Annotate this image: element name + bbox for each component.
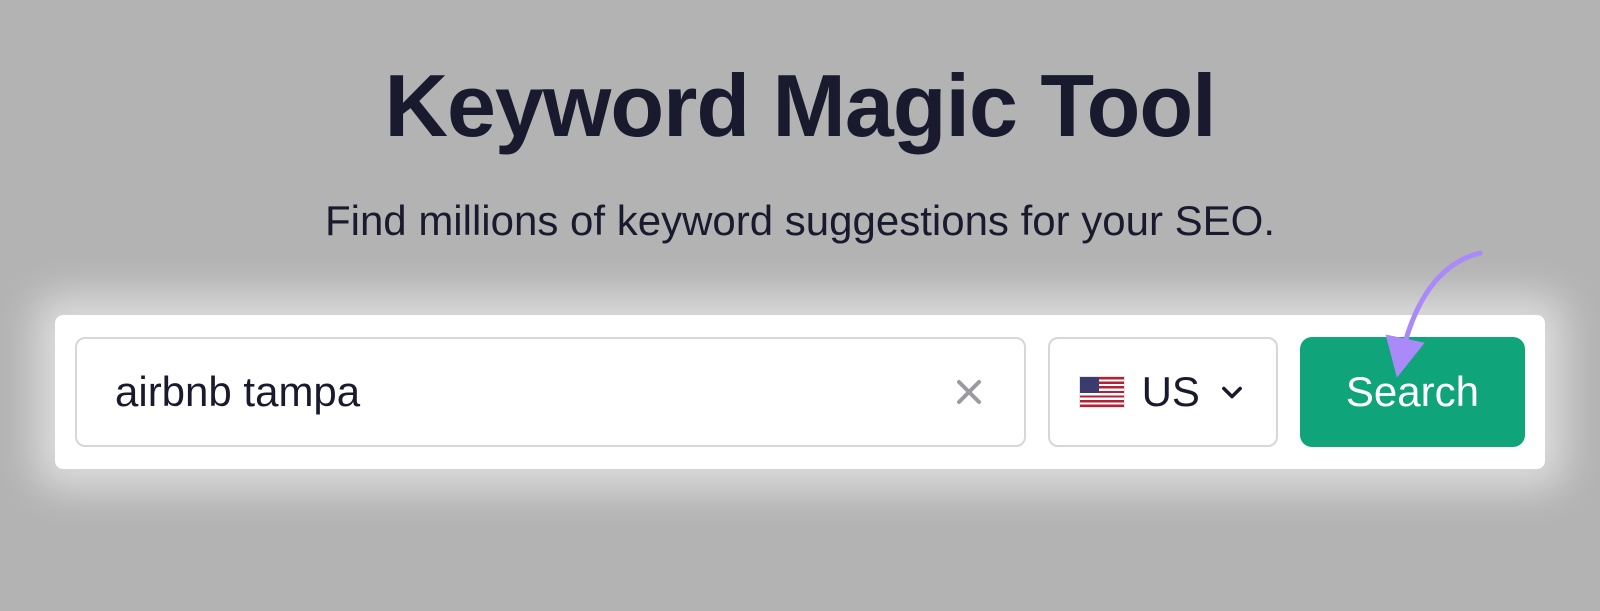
country-select[interactable]: US: [1048, 337, 1278, 447]
search-button[interactable]: Search: [1300, 337, 1525, 447]
keyword-input[interactable]: [115, 368, 944, 416]
country-code-label: US: [1142, 368, 1200, 416]
search-bar: US Search: [55, 315, 1545, 469]
close-icon: [954, 377, 984, 407]
clear-input-button[interactable]: [944, 367, 994, 417]
flag-us-icon: [1080, 377, 1124, 407]
chevron-down-icon: [1218, 378, 1246, 406]
keyword-input-wrap: [75, 337, 1026, 447]
page-subtitle: Find millions of keyword suggestions for…: [325, 197, 1275, 245]
page-title: Keyword Magic Tool: [384, 55, 1215, 157]
